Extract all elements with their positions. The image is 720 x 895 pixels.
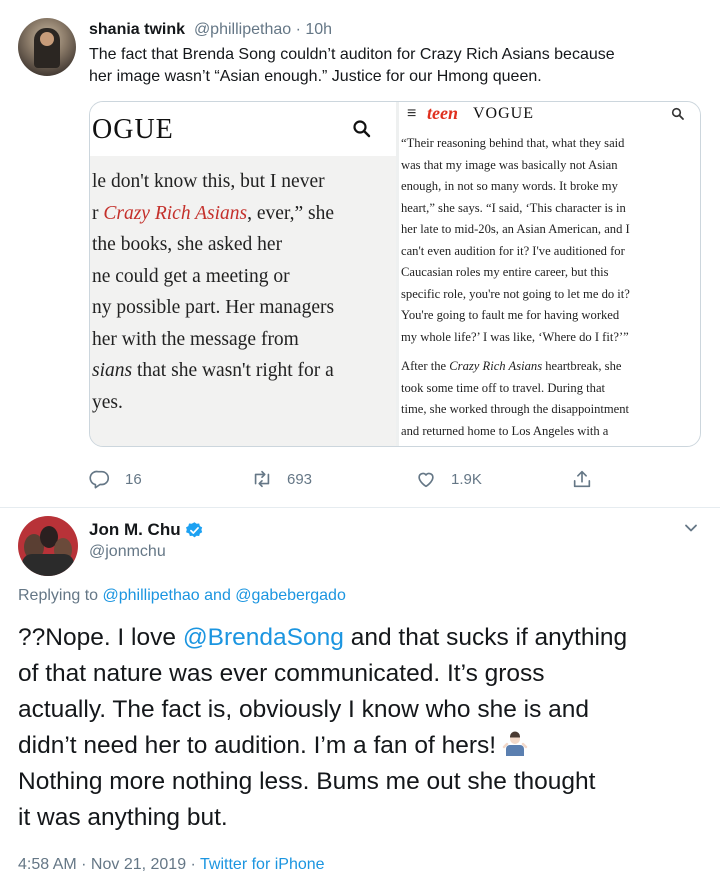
- article-line: ny possible part. Her managers: [92, 297, 335, 318]
- share-icon: [573, 470, 591, 488]
- article-line: her late to mid-20s, an Asian American, …: [401, 222, 630, 236]
- retweet-count: 693: [287, 470, 313, 488]
- article-line: After the Crazy Rich Asians heartbreak, …: [401, 359, 622, 373]
- handle[interactable]: @jonmchu: [89, 543, 166, 561]
- article-line: “Their reasoning behind that, what they …: [401, 136, 625, 150]
- quoted-tweet[interactable]: shania twink @phillipethao · 10h The fac…: [0, 0, 720, 507]
- reply-icon: [89, 470, 110, 489]
- tweet-time[interactable]: 10h: [305, 21, 332, 38]
- tweet-timestamp: 4:58 AM · Nov 21, 2019 · Twitter for iPh…: [18, 856, 325, 874]
- divider: [0, 507, 720, 508]
- image-vogue-article: OGUE le don't know this, but I never r C…: [90, 102, 396, 446]
- shrug-emoji-icon: [502, 731, 528, 756]
- tweet-text: The fact that Brenda Song couldn’t audit…: [89, 44, 709, 88]
- tweet-text-line: Nothing more nothing less. Bums me out s…: [18, 768, 596, 795]
- article-line: yes.: [92, 391, 123, 413]
- replying-to: Replying to @phillipethao and @gabeberga…: [18, 587, 346, 605]
- like-button[interactable]: 1.9K: [415, 465, 482, 493]
- avatar[interactable]: [18, 516, 78, 576]
- menu-icon: ≡: [407, 105, 417, 122]
- tweet-text-line: ??Nope. I love @BrendaSong and that suck…: [18, 624, 628, 651]
- replying-and: and: [199, 587, 236, 604]
- tweet-text-line: her image wasn’t “Asian enough.” Justice…: [89, 68, 542, 85]
- vogue-logo: OGUE: [92, 114, 174, 145]
- attached-image[interactable]: OGUE le don't know this, but I never r C…: [89, 101, 701, 447]
- article-line: and returned home to Los Angeles with a: [401, 423, 609, 438]
- handle[interactable]: @phillipethao: [189, 21, 291, 38]
- article-line: r Crazy Rich Asians, ever,” she: [92, 202, 335, 224]
- display-name-text: Jon M. Chu: [89, 520, 181, 539]
- article-line: the books, she asked her: [92, 234, 283, 255]
- search-icon: [353, 120, 371, 138]
- share-button[interactable]: [571, 465, 607, 493]
- article-line: her with the message from: [92, 328, 299, 350]
- chevron-down-icon[interactable]: [683, 520, 699, 536]
- tweet-source[interactable]: Twitter for iPhone: [200, 856, 325, 873]
- article-line: time, she worked through the disappointm…: [401, 402, 630, 416]
- image-teen-vogue-article: ≡ teen VOGUE “Their reasoning behind tha…: [399, 102, 700, 446]
- mention-link[interactable]: @BrendaSong: [183, 624, 344, 651]
- tweet-text: ??Nope. I love @BrendaSong and that suck…: [18, 620, 708, 836]
- avatar[interactable]: [18, 18, 76, 76]
- article-line: enough, in not so many words. It broke m…: [401, 179, 618, 193]
- reply-count: 16: [125, 470, 142, 488]
- teen-vogue-logo-text: VOGUE: [473, 105, 534, 122]
- display-name[interactable]: Jon M. Chu: [89, 520, 204, 540]
- retweet-button[interactable]: 693: [251, 465, 312, 493]
- verified-badge-icon: [185, 521, 202, 537]
- article-text: “Their reasoning behind that, what they …: [401, 133, 696, 442]
- replying-prefix: Replying to: [18, 587, 103, 604]
- tweet-text-line: The fact that Brenda Song couldn’t audit…: [89, 46, 615, 63]
- article-line: can't even audition for it? I've auditio…: [401, 243, 625, 258]
- reply-button[interactable]: 16: [89, 465, 142, 493]
- article-line: le don't know this, but I never: [92, 171, 325, 192]
- tweet-text-line: didn’t need her to audition. I’m a fan o…: [18, 728, 708, 764]
- vogue-header: OGUE: [90, 102, 396, 156]
- article-line: heart,” she says. “I said, ‘This charact…: [401, 200, 626, 215]
- tweet-text-line: of that nature was ever communicated. It…: [18, 660, 545, 687]
- separator: ·: [291, 21, 306, 38]
- like-icon: [418, 472, 434, 488]
- mention-link[interactable]: @phillipethao: [103, 587, 200, 604]
- teen-vogue-logo: teen: [427, 103, 458, 123]
- article-line: specific role, you're not going to let m…: [401, 286, 630, 301]
- display-name[interactable]: shania twink: [89, 21, 185, 38]
- timestamp-text[interactable]: 4:58 AM · Nov 21, 2019 ·: [18, 856, 200, 873]
- article-line: was that my image was basically not Asia…: [401, 157, 618, 172]
- tweet-actions: 16 693 1.9K: [89, 465, 689, 493]
- article-line: You're going to fault me for having work…: [401, 308, 620, 322]
- article-line: Caucasian roles my entire career, but th…: [401, 265, 609, 279]
- search-icon: [671, 107, 684, 120]
- article-line: took some time off to travel. During tha…: [401, 380, 606, 395]
- article-line: ne could get a meeting or: [92, 265, 290, 287]
- tweet-text-line: actually. The fact is, obviously I know …: [18, 696, 590, 723]
- like-count: 1.9K: [451, 470, 482, 488]
- mention-link[interactable]: @gabebergado: [235, 587, 346, 604]
- retweet-icon: [254, 470, 270, 488]
- article-text: le don't know this, but I never r Crazy …: [92, 166, 392, 418]
- tweet-text-line: it was anything but.: [18, 804, 228, 831]
- article-line: my whole life?’ I was like, ‘Where do I …: [401, 329, 629, 344]
- tweet-header: shania twink @phillipethao · 10h: [89, 20, 332, 40]
- article-line: sians that she wasn't right for a: [92, 360, 334, 381]
